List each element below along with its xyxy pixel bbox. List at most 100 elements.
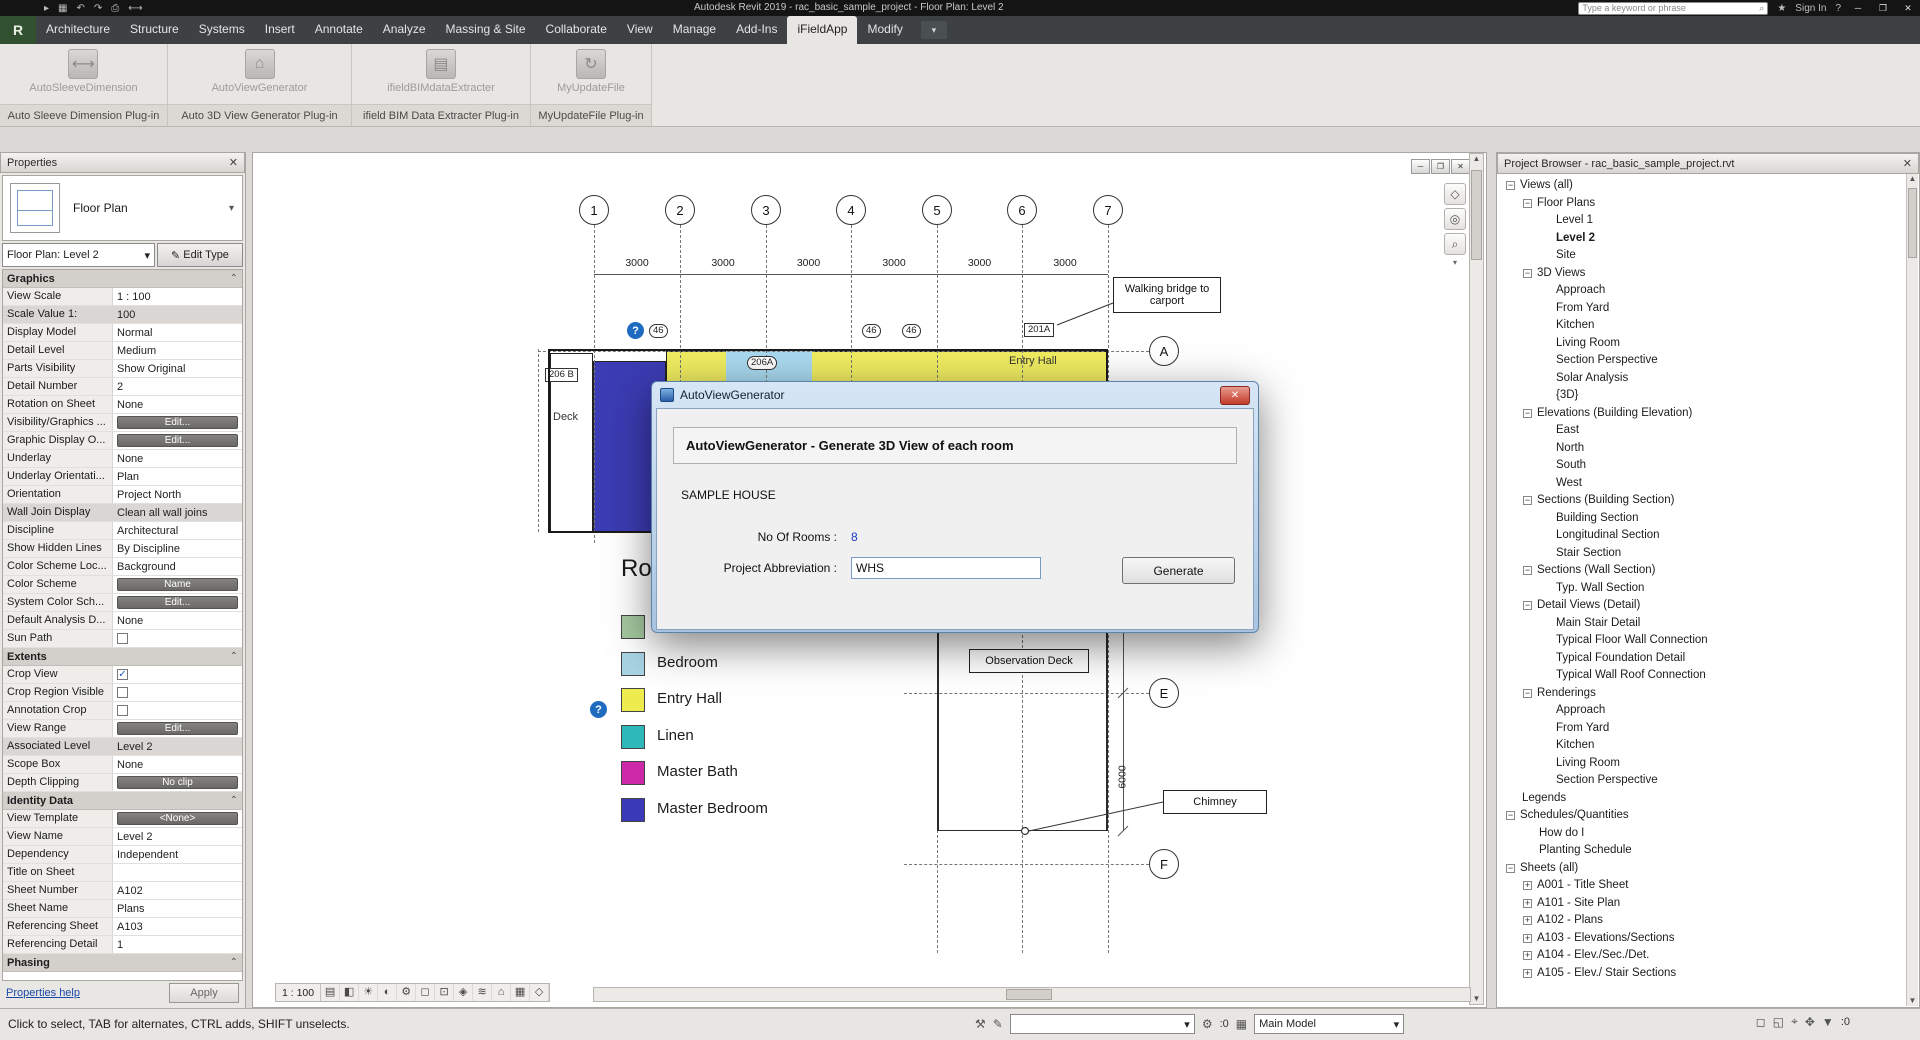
tree-item[interactable]: −3D Views (1498, 265, 1906, 283)
deck-room-label[interactable]: Deck (553, 411, 578, 423)
tree-item[interactable]: Building Section (1498, 510, 1906, 528)
collapse-icon[interactable]: − (1523, 199, 1532, 208)
tree-item[interactable]: −Renderings (1498, 685, 1906, 703)
crop-view-icon[interactable]: ⚙ (397, 984, 416, 1001)
property-value[interactable]: Plan (113, 468, 242, 485)
property-edit-button[interactable]: Edit... (117, 722, 238, 735)
design-option-combobox[interactable]: Main Model ▾ (1254, 1014, 1404, 1034)
tree-item[interactable]: −Elevations (Building Elevation) (1498, 405, 1906, 423)
tree-item[interactable]: Stair Section (1498, 545, 1906, 563)
property-value[interactable]: Show Original (113, 360, 242, 377)
tab-manage[interactable]: Manage (663, 16, 726, 44)
close-icon[interactable]: ✕ (1900, 2, 1916, 15)
worksharing-display-icon[interactable]: ▦ (511, 984, 530, 1001)
collapse-chevron-icon[interactable]: ⌃ (230, 957, 238, 968)
tree-item[interactable]: Typical Floor Wall Connection (1498, 632, 1906, 650)
collapse-icon[interactable]: − (1506, 811, 1515, 820)
property-checkbox[interactable] (117, 705, 128, 716)
collapse-icon[interactable]: − (1523, 689, 1532, 698)
zoom-icon[interactable]: ⌕ (1444, 233, 1466, 255)
vertical-scrollbar[interactable]: ▲▼ (1469, 153, 1484, 1005)
tab-modify[interactable]: Modify (857, 16, 912, 44)
grid-bubble-A[interactable]: A (1149, 336, 1179, 366)
property-value[interactable]: Architectural (113, 522, 242, 539)
generate-button[interactable]: Generate (1122, 557, 1235, 584)
tree-item[interactable]: +A102 - Plans (1498, 912, 1906, 930)
view-restore-icon[interactable]: ❐ (1431, 159, 1450, 174)
zoom-options-icon[interactable]: ▾ (1453, 258, 1457, 267)
search-input[interactable]: Type a keyword or phrase ⌕ (1578, 2, 1768, 15)
tree-item[interactable]: {3D} (1498, 387, 1906, 405)
chevron-down-icon[interactable]: ▾ (1394, 1018, 1400, 1031)
ribbon-display-toggle[interactable]: ▾ (921, 21, 947, 39)
tree-item[interactable]: Site (1498, 247, 1906, 265)
temporary-view-properties-icon[interactable]: ⌂ (492, 984, 511, 1001)
plan-tag[interactable]: 46 (649, 324, 668, 338)
tree-item[interactable]: From Yard (1498, 300, 1906, 318)
plan-tag[interactable]: 46 (902, 324, 921, 338)
view-close-icon[interactable]: ✕ (1451, 159, 1470, 174)
close-icon[interactable]: ✕ (229, 156, 238, 169)
close-icon[interactable]: ✕ (1903, 157, 1912, 170)
property-section-header[interactable]: Phasing⌃ (3, 954, 242, 972)
collapse-icon[interactable]: − (1523, 566, 1532, 575)
grid-bubble-5[interactable]: 5 (922, 195, 952, 225)
select-underlay-icon[interactable]: ◱ (1773, 1015, 1784, 1029)
grid-bubble-2[interactable]: 2 (665, 195, 695, 225)
grid-bubble-6[interactable]: 6 (1007, 195, 1037, 225)
grid-bubble-E[interactable]: E (1149, 678, 1179, 708)
tab-massing-site[interactable]: Massing & Site (436, 16, 536, 44)
entry-hall-room-label[interactable]: Entry Hall (1009, 355, 1057, 367)
revit-app-button[interactable]: R (0, 16, 36, 44)
tree-item[interactable]: +A001 - Title Sheet (1498, 877, 1906, 895)
tree-item[interactable]: How do I (1498, 825, 1906, 843)
tree-item[interactable]: +A105 - Elev./ Stair Sections (1498, 965, 1906, 983)
editable-only-icon[interactable]: ✎ (993, 1017, 1003, 1031)
expand-icon[interactable]: + (1523, 969, 1532, 978)
edit-type-button[interactable]: ✎ Edit Type (157, 243, 243, 267)
tree-item[interactable]: −Floor Plans (1498, 195, 1906, 213)
select-by-face-icon[interactable]: ✥ (1805, 1015, 1815, 1029)
tree-item[interactable]: Legends (1498, 790, 1906, 808)
property-value[interactable]: A102 (113, 882, 242, 899)
property-value[interactable]: Background (113, 558, 242, 575)
horizontal-scrollbar[interactable] (593, 987, 1471, 1002)
grid-bubble-3[interactable]: 3 (751, 195, 781, 225)
filter-icon[interactable]: ▼ (1822, 1015, 1834, 1029)
expand-icon[interactable]: + (1523, 899, 1532, 908)
workset-combobox[interactable]: ▾ (1010, 1014, 1195, 1034)
property-value[interactable]: Level 2 (113, 738, 242, 755)
unlocked-view-icon[interactable]: ⊡ (435, 984, 454, 1001)
observation-deck-label[interactable]: Observation Deck (969, 649, 1089, 673)
property-checkbox[interactable] (117, 687, 128, 698)
tree-item[interactable]: −Sheets (all) (1498, 860, 1906, 878)
project-abbreviation-input[interactable] (851, 557, 1041, 579)
tree-item[interactable]: −Schedules/Quantities (1498, 807, 1906, 825)
print-icon[interactable]: ⎙ (111, 2, 119, 15)
view-scale-button[interactable]: 1 : 100 (276, 984, 321, 1001)
tree-item[interactable]: Kitchen (1498, 737, 1906, 755)
tree-item[interactable]: +A103 - Elevations/Sections (1498, 930, 1906, 948)
tree-item[interactable]: Longitudinal Section (1498, 527, 1906, 545)
grid-bubble-F[interactable]: F (1149, 849, 1179, 879)
tree-item[interactable]: From Yard (1498, 720, 1906, 738)
apply-button[interactable]: Apply (169, 983, 239, 1003)
property-edit-button[interactable]: <None> (117, 812, 238, 825)
property-checkbox[interactable] (117, 633, 128, 644)
property-edit-button[interactable]: Edit... (117, 416, 238, 429)
select-pinned-icon[interactable]: ⌖ (1791, 1014, 1798, 1029)
tree-item[interactable]: West (1498, 475, 1906, 493)
tab-annotate[interactable]: Annotate (305, 16, 373, 44)
property-value[interactable]: Clean all wall joins (113, 504, 242, 521)
collapse-icon[interactable]: − (1506, 181, 1515, 190)
property-section-header[interactable]: Identity Data⌃ (3, 792, 242, 810)
open-icon[interactable]: ▸ (44, 2, 49, 15)
tree-item[interactable]: −Detail Views (Detail) (1498, 597, 1906, 615)
tree-item[interactable]: Level 2 (1498, 230, 1906, 248)
temporary-hide-icon[interactable]: ◈ (454, 984, 473, 1001)
tree-item[interactable]: Main Stair Detail (1498, 615, 1906, 633)
property-value[interactable] (113, 864, 242, 881)
tree-item[interactable]: Solar Analysis (1498, 370, 1906, 388)
chevron-down-icon[interactable]: ▾ (1184, 1018, 1190, 1031)
property-value[interactable]: Medium (113, 342, 242, 359)
